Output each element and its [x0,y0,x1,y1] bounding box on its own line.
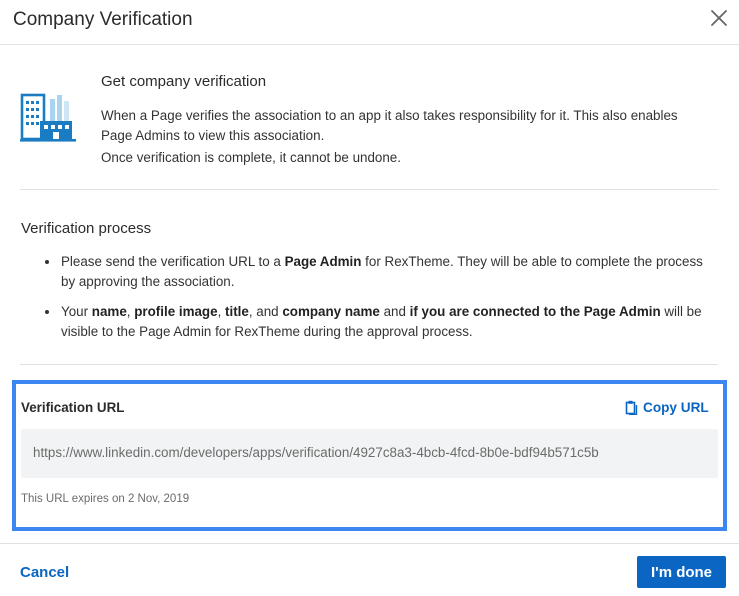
bullet-bold: Page Admin [284,254,362,269]
bullet-bold: title [225,304,249,319]
copy-url-button[interactable]: Copy URL [625,400,709,416]
copy-url-label: Copy URL [643,400,709,415]
verification-url-label: Verification URL [21,400,125,415]
process-list: Please send the verification URL to a Pa… [39,252,709,342]
bullet-text: , and [248,304,283,319]
bullet-bold: name [91,304,127,319]
cancel-button[interactable]: Cancel [20,564,69,581]
bullet-bold: profile image [134,304,218,319]
done-button[interactable]: I'm done [637,556,726,588]
dialog-title: Company Verification [13,9,193,30]
section-divider [20,364,718,365]
bullet-bold: if you are connected to the Page Admin [409,304,661,319]
clipboard-icon [625,400,638,416]
building-icon [20,93,76,143]
url-expiry-note: This URL expires on 2 Nov, 2019 [21,493,190,505]
process-list-item: Please send the verification URL to a Pa… [39,252,709,292]
footer-divider [0,543,739,544]
process-heading: Verification process [21,220,152,237]
bullet-bold: company name [282,304,380,319]
intro-heading: Get company verification [101,73,267,90]
section-divider [20,189,718,190]
bullet-text: Your [61,304,92,319]
intro-warning: Once verification is complete, it cannot… [101,150,401,165]
verification-url-field[interactable]: https://www.linkedin.com/developers/apps… [21,429,718,478]
close-icon[interactable] [708,7,730,29]
bullet-text: Please send the verification URL to a [61,254,285,269]
process-list-item: Your name, profile image, title, and com… [39,302,709,342]
intro-paragraph: When a Page verifies the association to … [101,108,678,143]
bullet-text: and [379,304,410,319]
dialog-header: Company Verification [0,0,739,45]
bullet-text: , [217,304,226,319]
